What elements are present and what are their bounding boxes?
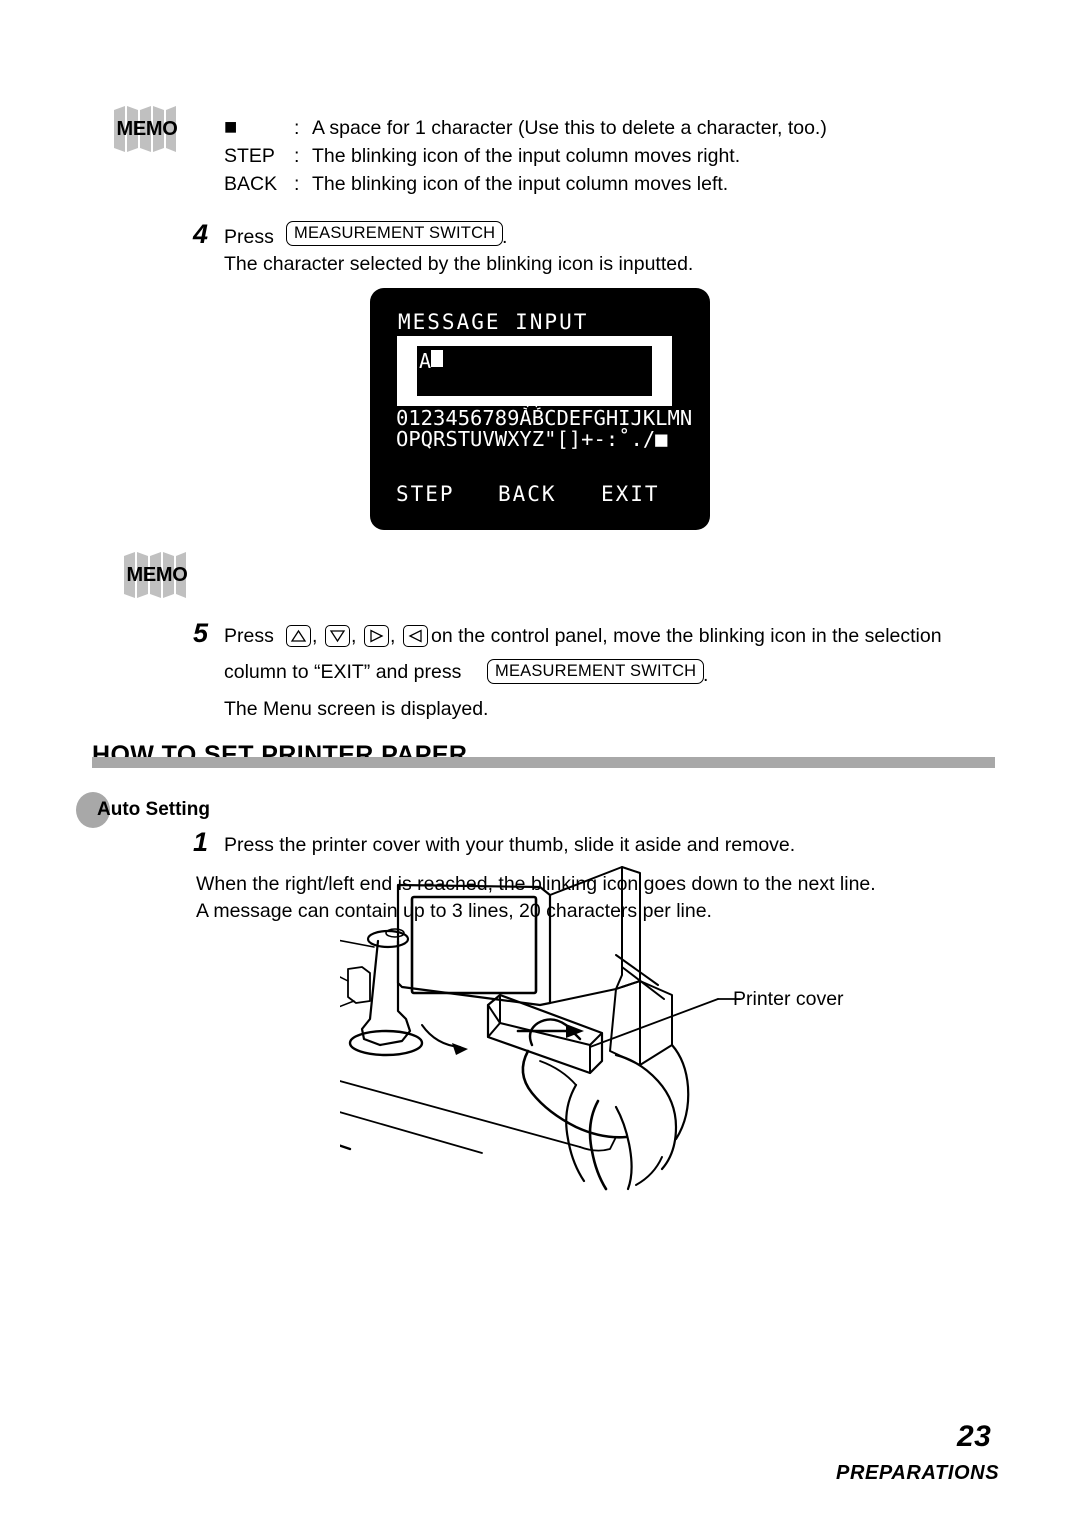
memo-badge-top: MEMO (104, 106, 190, 152)
memo-row-1-sep: : (294, 145, 300, 167)
right-arrow-key[interactable] (364, 625, 389, 647)
left-arrow-key[interactable] (403, 625, 428, 647)
step-5-line3: The Menu screen is displayed. (224, 698, 489, 720)
lcd-input-field[interactable]: A (417, 346, 652, 396)
step-5-line2-before: column to “EXIT” and press (224, 661, 462, 683)
comma-2: , (351, 625, 357, 647)
measurement-switch-key-label: MEASUREMENT SWITCH (487, 659, 705, 684)
step-4-number: 4 (193, 219, 209, 249)
step-1-number: 1 (193, 827, 209, 857)
lcd-title: MESSAGE INPUT (398, 310, 589, 334)
step-4-press-label: Press (224, 226, 274, 248)
step-5-number: 5 (193, 618, 209, 648)
lcd-softkey-exit[interactable]: EXIT (601, 482, 660, 506)
measurement-switch-key-step5[interactable]: MEASUREMENT SWITCH (487, 659, 705, 684)
measurement-switch-key-label: MEASUREMENT SWITCH (286, 221, 504, 246)
memo-row-1-desc: The blinking icon of the input column mo… (312, 145, 741, 167)
memo-row-2-desc: The blinking icon of the input column mo… (312, 173, 729, 195)
lcd-screen: MESSAGE INPUT A 0123456789ABCDEFGHIJKLMN… (370, 288, 710, 530)
down-arrow-key[interactable] (325, 625, 350, 647)
section-heading-bar (92, 757, 995, 768)
lcd-char-row-2[interactable]: OPQRSTUVWXYZ"[]+-:˚./■ (396, 427, 668, 451)
manual-page: MEMO ■ : A space for 1 character (Use th… (0, 0, 1080, 1526)
measurement-switch-key-step4[interactable]: MEASUREMENT SWITCH (286, 221, 504, 246)
footer-section-label: PREPARATIONS (836, 1462, 1000, 1484)
memo-row-0-sep: : (294, 117, 300, 139)
memo-row-2-key: BACK (224, 173, 278, 195)
comma-3: , (390, 625, 396, 647)
memo-label: MEMO (116, 118, 178, 140)
lcd-input-frame: A (397, 336, 672, 406)
memo-row-0-key: ■ (224, 114, 238, 139)
step-5-press-label: Press (224, 625, 274, 647)
lcd-cursor-block (431, 350, 443, 367)
lcd-input-value: A (419, 349, 432, 373)
lcd-softkey-back[interactable]: BACK (498, 482, 557, 506)
memo-row-1-key: STEP (224, 145, 275, 167)
subheading-auto-setting: Auto Setting (97, 799, 210, 820)
comma-1: , (312, 625, 318, 647)
overlap-note-line-2: A message can contain up to 3 lines, 20 … (196, 900, 712, 922)
step-5-period: . (703, 664, 709, 686)
step-4-period: . (502, 226, 508, 248)
step-4-result-text: The character selected by the blinking i… (224, 253, 694, 275)
memo-badge-middle: MEMO (114, 552, 200, 598)
overlap-note-line-1: When the right/left end is reached, the … (196, 873, 876, 895)
lcd-softkey-step[interactable]: STEP (396, 482, 455, 506)
page-number: 23 (957, 1420, 992, 1453)
memo-label: MEMO (126, 564, 188, 586)
memo-row-0-desc: A space for 1 character (Use this to del… (312, 117, 827, 139)
up-arrow-key[interactable] (286, 625, 311, 647)
step-5-text-after-keys: on the control panel, move the blinking … (431, 625, 942, 647)
illustration-callout-printer-cover: Printer cover (733, 988, 844, 1010)
memo-row-2-sep: : (294, 173, 300, 195)
blinking-indicator-icon (523, 402, 541, 410)
